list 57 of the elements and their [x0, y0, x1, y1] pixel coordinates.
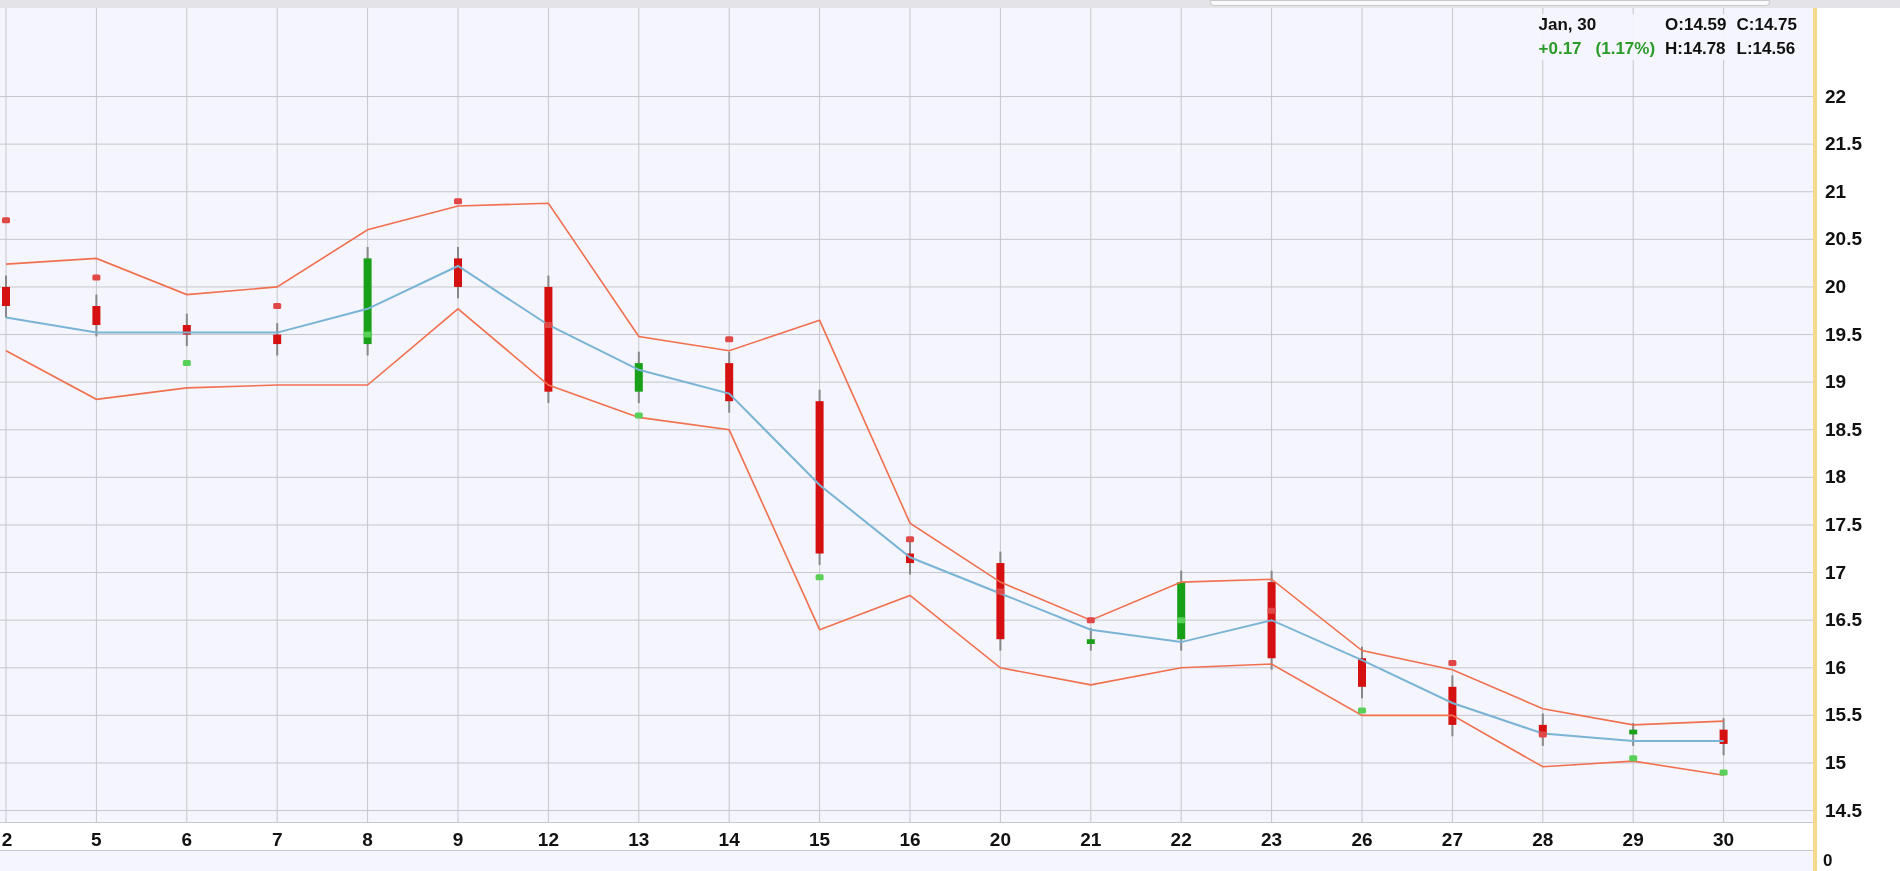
y-axis-label: 14.5	[1825, 798, 1862, 823]
x-axis-label: 30	[1713, 828, 1735, 852]
candlestick	[182, 312, 191, 347]
candlestick	[1448, 674, 1457, 738]
percent-change: (1.17%)	[1595, 38, 1656, 60]
x-axis-label: 14	[718, 828, 740, 852]
x-axis-label: 29	[1622, 828, 1644, 852]
high-price: H:14.78	[1665, 38, 1727, 60]
quote-date: Jan, 30	[1538, 14, 1598, 36]
candlestick	[634, 350, 643, 405]
scrollbar-thumb[interactable]	[1210, 0, 1770, 6]
x-axis-label: 23	[1261, 828, 1283, 852]
x-axis-label: 20	[989, 828, 1011, 852]
y-axis-label: 15.5	[1825, 703, 1862, 728]
y-axis-label: 22	[1825, 84, 1847, 109]
price-change: +0.17	[1538, 38, 1582, 60]
y-axis-label: 17	[1825, 560, 1847, 585]
candlestick	[1086, 626, 1095, 652]
x-axis-label: 8	[362, 828, 373, 852]
x-axis-label: 22	[1170, 828, 1192, 852]
y-axis-label: 15	[1825, 750, 1847, 775]
x-axis-label: 26	[1351, 828, 1373, 852]
x-axis-label: 27	[1441, 828, 1463, 852]
y-axis-label: 18.5	[1825, 417, 1862, 442]
y-axis-label: 0	[1823, 851, 1833, 871]
low-price: L:14.56	[1736, 38, 1797, 60]
y-axis-label: 18	[1825, 465, 1847, 490]
x-axis-label: 7	[271, 828, 283, 852]
candlestick	[92, 293, 101, 338]
y-axis-label: 21	[1825, 179, 1847, 204]
y-axis-label: 19	[1825, 369, 1847, 394]
y-axis-label: 20.5	[1825, 227, 1862, 252]
candlestick	[454, 245, 462, 300]
x-axis-label: 16	[899, 828, 921, 852]
y-axis-label: 21.5	[1825, 131, 1862, 156]
y-axis-label: 20	[1825, 274, 1847, 299]
y-axis-label: 17.5	[1825, 512, 1862, 537]
close-price: C:14.75	[1736, 14, 1797, 36]
candlestick	[1719, 717, 1728, 757]
x-axis-label: 12	[537, 828, 559, 852]
y-axis-label: 16.5	[1825, 607, 1862, 632]
candlestick	[725, 350, 734, 414]
x-axis-label: 9	[452, 828, 464, 852]
x-axis-label: 15	[809, 828, 831, 852]
y-axis-label: 16	[1825, 655, 1847, 680]
open-price: O:14.59	[1665, 14, 1727, 36]
x-axis-label: 5	[91, 828, 102, 852]
x-axis-label: 28	[1532, 828, 1554, 852]
x-axis-label: 21	[1080, 828, 1102, 852]
candlestick	[273, 322, 282, 357]
y-axis-label: 19.5	[1825, 322, 1862, 347]
x-axis-label: 13	[628, 828, 650, 852]
candlestick	[1629, 722, 1638, 747]
candlestick	[1358, 645, 1366, 700]
x-axis-label: 2	[1, 828, 13, 852]
candlestick	[2, 274, 10, 319]
x-axis-label: 6	[181, 828, 193, 852]
